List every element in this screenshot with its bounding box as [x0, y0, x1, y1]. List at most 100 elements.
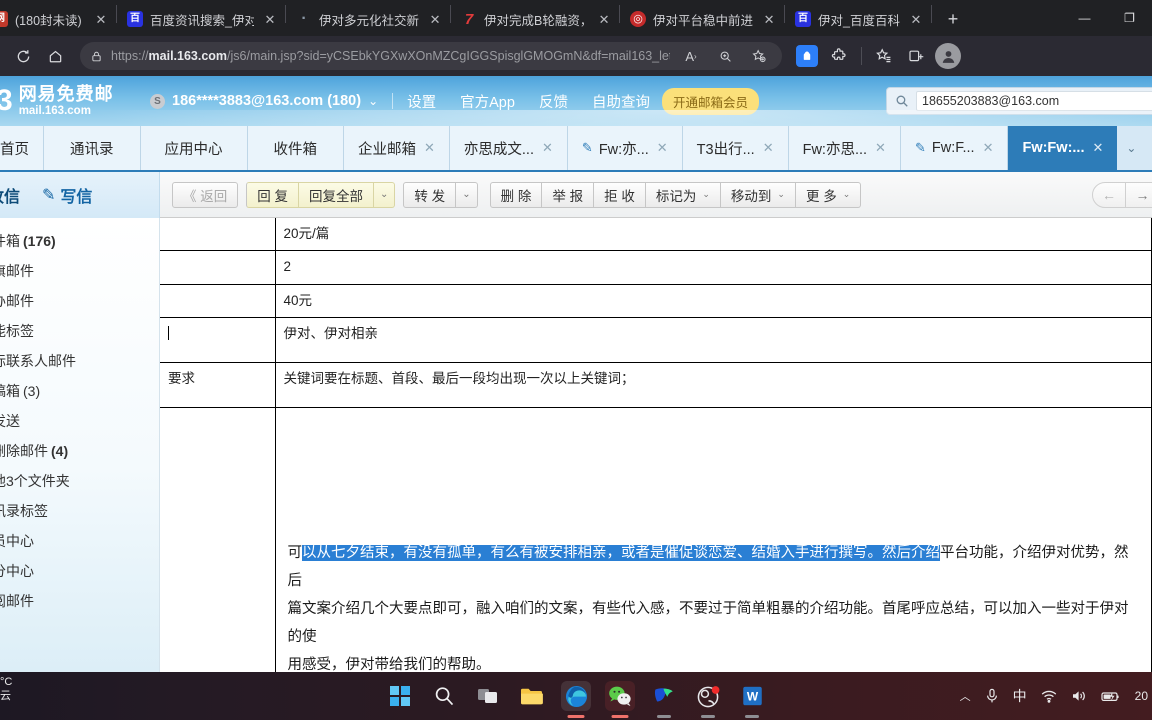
- sidebar-item-inbox[interactable]: 收件箱(176): [0, 226, 159, 256]
- browser-tab[interactable]: 7 伊对完成B轮融资， ✕: [451, 2, 619, 36]
- vip-membership-button[interactable]: 开通邮箱会员: [661, 87, 759, 115]
- mark-as-button[interactable]: 标记为 ⌄: [645, 181, 721, 208]
- close-icon[interactable]: ✕: [424, 140, 435, 156]
- avatar[interactable]: [935, 43, 961, 69]
- forward-dropdown-chevron-down-icon[interactable]: ⌄: [456, 181, 478, 208]
- sidebar-item-deleted[interactable]: 已删除邮件(4): [0, 436, 159, 466]
- weather-widget[interactable]: °C 云: [0, 676, 12, 704]
- zoom-icon[interactable]: [712, 43, 738, 69]
- mail-tabs-overflow-chevron-down-icon[interactable]: ⌄: [1117, 126, 1145, 170]
- mail-tab-app-center[interactable]: 应用中心: [140, 126, 248, 170]
- sidebar-item-starred-contacts[interactable]: 星标联系人邮件: [0, 346, 159, 376]
- obs-studio-icon[interactable]: [693, 681, 723, 718]
- move-to-button[interactable]: 移动到 ⌄: [720, 181, 796, 208]
- mail-tab-contacts[interactable]: 通讯录: [44, 126, 141, 170]
- taskbar-clock[interactable]: 20: [1135, 689, 1148, 703]
- close-icon[interactable]: ✕: [875, 140, 886, 156]
- mail-tab-fw-yisi[interactable]: Fw:亦思... ✕: [788, 126, 901, 170]
- microsoft-edge-icon[interactable]: [561, 681, 591, 718]
- compose-mail-button[interactable]: ✎ 写信: [42, 183, 92, 207]
- sidebar-item-other-folders[interactable]: 其他3个文件夹: [0, 466, 159, 496]
- next-mail-button[interactable]: →: [1126, 181, 1152, 208]
- split-screen-icon[interactable]: [901, 41, 931, 71]
- more-button[interactable]: 更 多 ⌄: [795, 181, 862, 208]
- browser-tab[interactable]: ◎ 伊对平台稳中前进 ✕: [620, 2, 784, 36]
- battery-icon[interactable]: [1101, 690, 1121, 703]
- tray-chevron-up-icon[interactable]: ︿: [960, 688, 971, 704]
- sidebar-item-flagged[interactable]: 红旗邮件: [0, 256, 159, 286]
- extension-puzzle-icon[interactable]: [824, 41, 854, 71]
- collections-icon[interactable]: [869, 41, 899, 71]
- search-icon[interactable]: [429, 681, 459, 711]
- mail-search-box[interactable]: 18655203883@163.com: [886, 87, 1152, 115]
- browser-tab[interactable]: 网 (180封未读) 网易邮 ✕: [0, 2, 116, 36]
- profile-avatar-icon[interactable]: [933, 41, 963, 71]
- close-icon[interactable]: ✕: [426, 10, 444, 28]
- mail-tab-fw-yi[interactable]: ✎ Fw:亦... ✕: [567, 126, 683, 170]
- browser-extension-badge[interactable]: [796, 45, 818, 67]
- sidebar-item-points-center[interactable]: 积分中心: [0, 556, 159, 586]
- sidebar-item-subscriptions[interactable]: 订阅邮件: [0, 586, 159, 616]
- reply-dropdown-chevron-down-icon[interactable]: ⌄: [374, 181, 396, 208]
- minimize-button[interactable]: —: [1062, 0, 1107, 36]
- mail-tab-home[interactable]: 首页: [0, 126, 44, 170]
- reply-all-button[interactable]: 回复全部: [299, 181, 375, 208]
- wechat-icon[interactable]: [605, 681, 635, 718]
- delete-button[interactable]: 删 除: [489, 181, 543, 208]
- close-icon[interactable]: ✕: [760, 10, 778, 28]
- close-icon[interactable]: ✕: [261, 10, 279, 28]
- mail-tab-fw-fw-active[interactable]: Fw:Fw:... ✕: [1008, 126, 1118, 170]
- mic-icon[interactable]: [985, 688, 999, 704]
- mail-tab-enterprise[interactable]: 企业邮箱 ✕: [344, 126, 450, 170]
- close-icon[interactable]: ✕: [1092, 140, 1103, 156]
- extension-icon[interactable]: [792, 41, 822, 71]
- header-link-official-app[interactable]: 官方App: [460, 91, 515, 112]
- read-aloud-icon[interactable]: A ›: [678, 43, 704, 69]
- address-bar[interactable]: https://mail.163.com/js6/main.jsp?sid=yC…: [80, 42, 782, 70]
- sidebar-item-member-center[interactable]: 会员中心: [0, 526, 159, 556]
- browser-tab[interactable]: 百 百度资讯搜索_伊对 ✕: [117, 2, 285, 36]
- sidebar-item-smart-tags[interactable]: 智能标签: [0, 316, 159, 346]
- reject-button[interactable]: 拒 收: [594, 181, 646, 208]
- mail-tab-inbox[interactable]: 收件箱: [247, 126, 344, 170]
- header-link-settings[interactable]: 设置: [407, 91, 436, 112]
- forward-button[interactable]: 转 发: [403, 181, 457, 208]
- sidebar-item-contact-tags[interactable]: 通讯录标签: [0, 496, 159, 526]
- app-icon[interactable]: [649, 681, 679, 718]
- sidebar-item-sent[interactable]: 已发送: [0, 406, 159, 436]
- close-icon[interactable]: ✕: [92, 10, 110, 28]
- sidebar-item-todo[interactable]: 待办邮件: [0, 286, 159, 316]
- ime-language-icon[interactable]: 中: [1013, 686, 1027, 706]
- receive-mail-button[interactable]: 收信: [0, 183, 20, 207]
- close-icon[interactable]: ✕: [657, 140, 668, 156]
- close-icon[interactable]: ✕: [763, 140, 774, 156]
- mail-logo[interactable]: 3 网易免费邮 mail.163.com: [0, 84, 150, 117]
- browser-tab[interactable]: · 伊对多元化社交新 ✕: [286, 2, 450, 36]
- task-view-icon[interactable]: [473, 681, 503, 711]
- new-tab-button[interactable]: +: [938, 4, 968, 34]
- search-input[interactable]: 18655203883@163.com: [916, 91, 1152, 111]
- chevron-down-icon[interactable]: ⌄: [368, 94, 378, 108]
- previous-mail-button[interactable]: ←: [1092, 181, 1126, 208]
- reply-button[interactable]: 回 复: [246, 181, 300, 208]
- browser-tab[interactable]: 百 伊对_百度百科 ✕: [785, 2, 931, 36]
- home-icon[interactable]: [40, 41, 70, 71]
- microsoft-word-icon[interactable]: W: [737, 681, 767, 718]
- start-windows-icon[interactable]: [385, 681, 415, 711]
- close-icon[interactable]: ✕: [595, 10, 613, 28]
- close-icon[interactable]: ✕: [983, 140, 994, 156]
- header-link-feedback[interactable]: 反馈: [539, 91, 568, 112]
- header-link-self-service[interactable]: 自助查询: [592, 91, 650, 112]
- sidebar-item-drafts[interactable]: 草稿箱(3): [0, 376, 159, 406]
- mail-tab-t3[interactable]: T3出行... ✕: [682, 126, 789, 170]
- back-button[interactable]: 《 返回: [172, 181, 239, 208]
- mail-tab-yisi-cheng[interactable]: 亦思成文... ✕: [449, 126, 568, 170]
- file-explorer-icon[interactable]: [517, 681, 547, 711]
- add-favorite-icon[interactable]: [746, 43, 772, 69]
- close-icon[interactable]: ✕: [542, 140, 553, 156]
- reload-icon[interactable]: [8, 41, 38, 71]
- wifi-icon[interactable]: [1041, 689, 1057, 703]
- mail-tab-fw-f[interactable]: ✎ Fw:F... ✕: [900, 126, 1009, 170]
- close-icon[interactable]: ✕: [907, 10, 925, 28]
- report-button[interactable]: 举 报: [542, 181, 595, 208]
